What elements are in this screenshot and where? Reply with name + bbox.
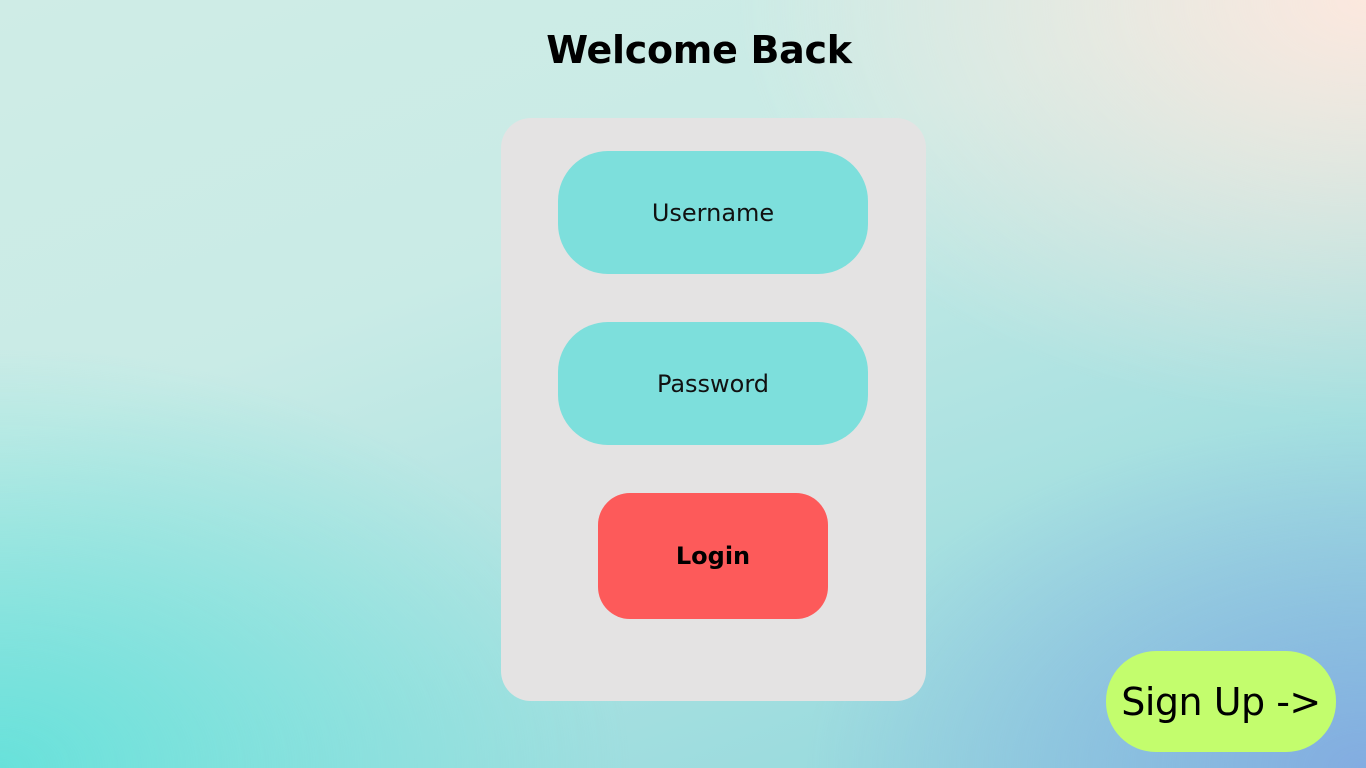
login-button[interactable]: Login <box>598 493 828 619</box>
sign-up-button[interactable]: Sign Up -> <box>1106 651 1336 752</box>
login-button-label: Login <box>675 542 751 570</box>
page-title: Welcome Back <box>546 28 852 72</box>
password-field[interactable]: Password <box>558 322 868 445</box>
login-card: Username Password Login <box>501 118 926 701</box>
sign-up-button-label: Sign Up -> <box>1121 679 1321 724</box>
username-placeholder: Username <box>651 198 775 227</box>
username-field[interactable]: Username <box>558 151 868 274</box>
password-placeholder: Password <box>656 369 770 398</box>
